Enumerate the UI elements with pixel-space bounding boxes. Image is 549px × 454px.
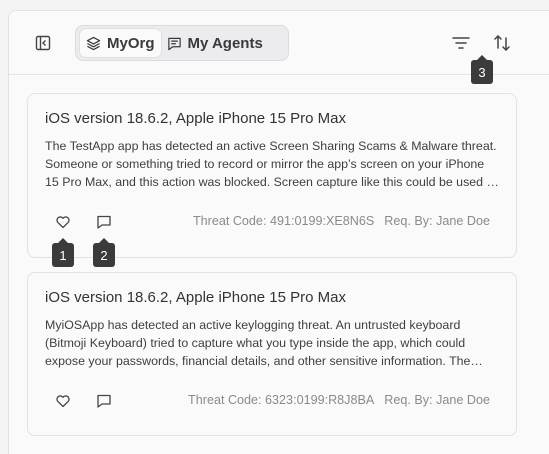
card-title: iOS version 18.6.2, Apple iPhone 15 Pro … (45, 289, 347, 306)
sort-arrows-icon[interactable] (492, 33, 512, 53)
main-panel: MyOrg My Agents 3 iOS version 18.6.2, Ap… (8, 10, 549, 454)
tab-myorg[interactable]: MyOrg (80, 29, 161, 57)
annotation-badge-3: 3 (471, 55, 493, 84)
comment-icon[interactable] (96, 393, 112, 409)
card-description: The TestApp app has detected an active S… (45, 139, 497, 189)
layers-icon (86, 36, 101, 50)
card-meta: Threat Code: 6323:0199:R8J8BA Req. By: J… (188, 393, 490, 407)
filter-lines-icon[interactable] (451, 33, 471, 53)
annotation-badge-2: 2 (93, 238, 115, 267)
threat-code: Threat Code: 6323:0199:R8J8BA (188, 393, 375, 407)
annotation-badge-1: 1 (52, 238, 74, 267)
threat-card[interactable]: iOS version 18.6.2, Apple iPhone 15 Pro … (27, 272, 517, 436)
requested-by: Req. By: Jane Doe (384, 393, 490, 407)
panel-left-icon[interactable] (35, 35, 51, 51)
message-square-text-icon (167, 37, 181, 50)
view-tabs: MyOrg My Agents (75, 25, 289, 61)
tab-my-agents[interactable]: My Agents (161, 29, 269, 57)
header-toolbar: MyOrg My Agents (9, 11, 549, 75)
card-meta: Threat Code: 491:0199:XE8N6S Req. By: Ja… (193, 214, 490, 228)
heart-icon[interactable] (55, 393, 71, 409)
card-title: iOS version 18.6.2, Apple iPhone 15 Pro … (45, 110, 347, 127)
threat-card[interactable]: iOS version 18.6.2, Apple iPhone 15 Pro … (27, 93, 517, 258)
requested-by: Req. By: Jane Doe (384, 214, 490, 228)
tab-my-agents-label: My Agents (187, 34, 263, 52)
comment-icon[interactable] (96, 214, 112, 230)
heart-icon[interactable] (55, 214, 71, 230)
threat-code: Threat Code: 491:0199:XE8N6S (192, 214, 375, 228)
tab-myorg-label: MyOrg (107, 34, 155, 52)
card-description: MyiOSApp has detected an active keyloggi… (45, 318, 471, 368)
